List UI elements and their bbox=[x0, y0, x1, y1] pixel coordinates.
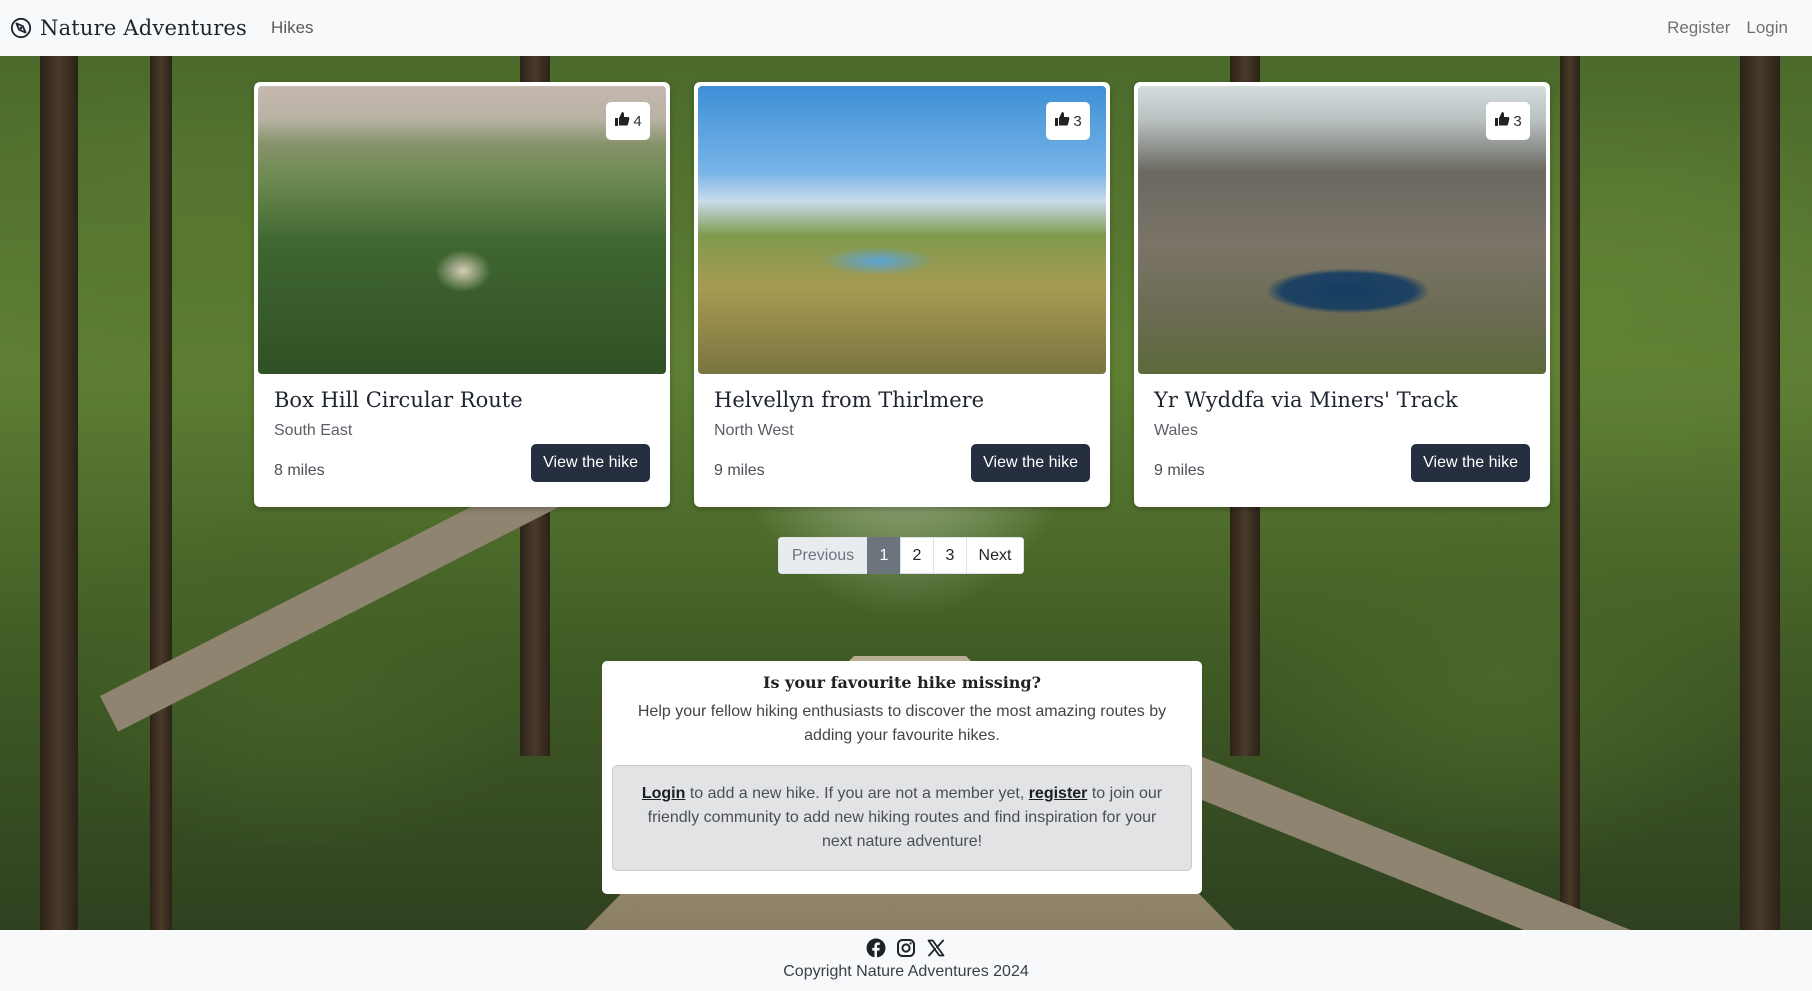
like-count: 4 bbox=[633, 112, 642, 130]
hike-distance: 8 miles bbox=[274, 462, 325, 479]
navbar: Nature Adventures Hikes Register Login bbox=[0, 0, 1812, 56]
like-count: 3 bbox=[1513, 112, 1522, 130]
register-prompt-link[interactable]: register bbox=[1029, 785, 1088, 802]
like-badge[interactable]: 4 bbox=[606, 102, 650, 140]
hike-region: Wales bbox=[1154, 422, 1198, 439]
hike-region: North West bbox=[714, 422, 794, 439]
like-badge[interactable]: 3 bbox=[1046, 102, 1090, 140]
hike-distance: 9 miles bbox=[1154, 462, 1205, 479]
facebook-icon[interactable] bbox=[866, 938, 886, 958]
hike-card: 3 Yr Wyddfa via Miners' Track Wales 9 mi… bbox=[1134, 82, 1550, 507]
missing-hike-title: Is your favourite hike missing? bbox=[762, 673, 1041, 692]
copyright-text: Copyright Nature Adventures 2024 bbox=[783, 963, 1029, 980]
hike-card: 4 Box Hill Circular Route South East 8 m… bbox=[254, 82, 670, 507]
like-count: 3 bbox=[1073, 112, 1082, 130]
page-3-button[interactable]: 3 bbox=[933, 537, 967, 574]
nav-hikes-link[interactable]: Hikes bbox=[271, 18, 314, 38]
card-body: Box Hill Circular Route South East 8 mil… bbox=[258, 374, 666, 503]
view-hike-button[interactable]: View the hike bbox=[971, 444, 1090, 482]
hike-image: 3 bbox=[1138, 86, 1546, 374]
thumbs-up-icon bbox=[614, 111, 630, 131]
instagram-icon[interactable] bbox=[896, 938, 916, 958]
hike-title: Helvellyn from Thirlmere bbox=[714, 388, 985, 412]
page-previous-button[interactable]: Previous bbox=[778, 537, 868, 574]
view-hike-button[interactable]: View the hike bbox=[531, 444, 650, 482]
nav-login-link[interactable]: Login bbox=[1746, 18, 1788, 38]
pagination: Previous 1 2 3 Next bbox=[778, 537, 1024, 574]
hike-title: Box Hill Circular Route bbox=[274, 388, 523, 412]
nav-auth-links: Register Login bbox=[1667, 18, 1802, 38]
social-links bbox=[0, 930, 1812, 958]
brand-name: Nature Adventures bbox=[40, 16, 248, 40]
hike-card: 3 Helvellyn from Thirlmere North West 9 … bbox=[694, 82, 1110, 507]
thumbs-up-icon bbox=[1494, 111, 1510, 131]
page-1-button[interactable]: 1 bbox=[867, 537, 901, 574]
hike-image: 4 bbox=[258, 86, 666, 374]
x-icon[interactable] bbox=[926, 938, 946, 958]
page-2-button[interactable]: 2 bbox=[900, 537, 934, 574]
thumbs-up-icon bbox=[1054, 111, 1070, 131]
login-prompt-text: to add a new hike. If you are not a memb… bbox=[685, 785, 1029, 802]
hike-image: 3 bbox=[698, 86, 1106, 374]
missing-hike-panel: Is your favourite hike missing? Help you… bbox=[602, 661, 1202, 894]
compass-icon bbox=[10, 17, 32, 39]
like-badge[interactable]: 3 bbox=[1486, 102, 1530, 140]
brand-link[interactable]: Nature Adventures bbox=[10, 16, 247, 40]
login-prompt-link[interactable]: Login bbox=[642, 785, 686, 802]
hike-region: South East bbox=[274, 422, 353, 439]
hike-cards: 4 Box Hill Circular Route South East 8 m… bbox=[254, 82, 1550, 507]
card-body: Yr Wyddfa via Miners' Track Wales 9 mile… bbox=[1138, 374, 1546, 503]
login-prompt: Login to add a new hike. If you are not … bbox=[612, 765, 1192, 871]
hike-distance: 9 miles bbox=[714, 462, 765, 479]
footer: Copyright Nature Adventures 2024 bbox=[0, 930, 1812, 991]
hike-title: Yr Wyddfa via Miners' Track bbox=[1154, 388, 1458, 412]
missing-hike-description: Help your fellow hiking enthusiasts to d… bbox=[637, 703, 1167, 744]
nav-register-link[interactable]: Register bbox=[1667, 18, 1730, 38]
page-next-button[interactable]: Next bbox=[966, 537, 1024, 574]
card-body: Helvellyn from Thirlmere North West 9 mi… bbox=[698, 374, 1106, 503]
view-hike-button[interactable]: View the hike bbox=[1411, 444, 1530, 482]
